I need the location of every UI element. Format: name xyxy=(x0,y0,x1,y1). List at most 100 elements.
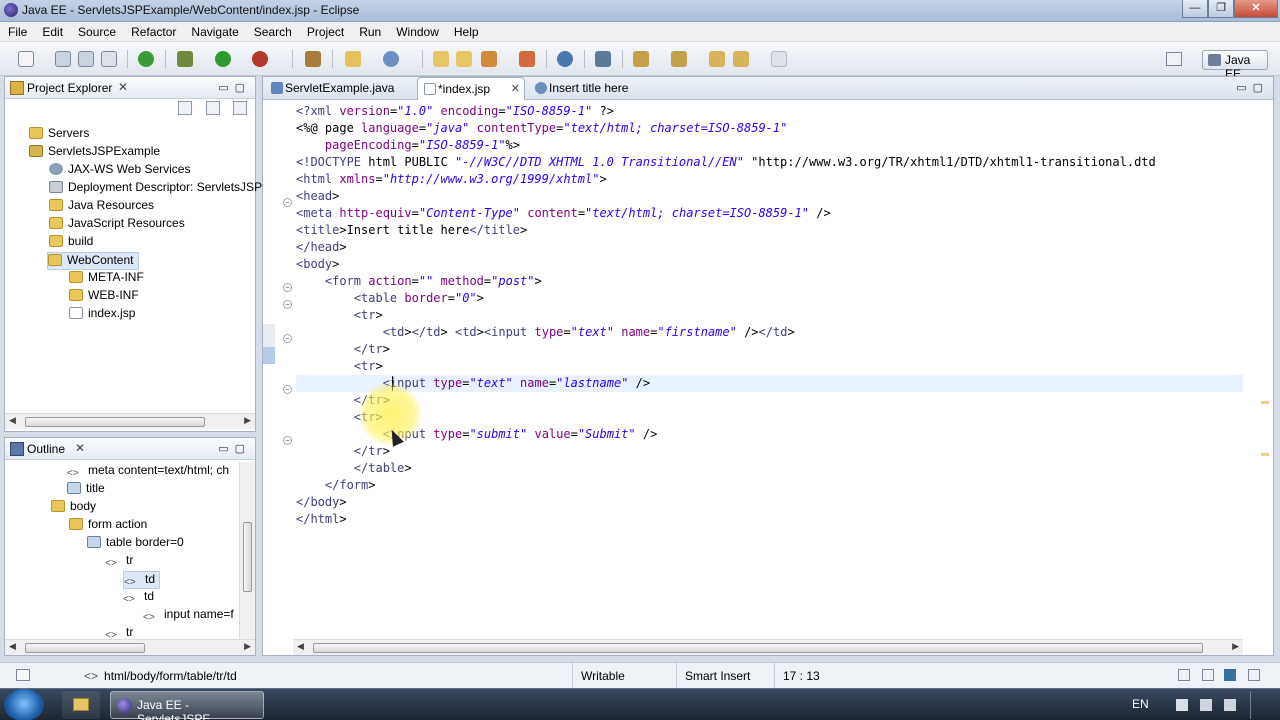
perspective-java-ee-button[interactable]: Java EE xyxy=(1202,50,1268,81)
menu-navigate[interactable]: Navigate xyxy=(183,22,245,41)
outline-item[interactable]: <> tr xyxy=(105,553,133,571)
project-explorer-hscroll[interactable]: ◀ ▶ xyxy=(5,413,255,429)
external-tools-icon[interactable] xyxy=(252,51,268,67)
outline-vscroll[interactable] xyxy=(239,462,255,639)
close-icon[interactable]: ✕ xyxy=(511,82,520,95)
fold-icon[interactable]: − xyxy=(283,436,292,445)
editor-min-max-icon[interactable]: ▭▢ xyxy=(1236,81,1269,94)
tree-item-deployment-descriptor[interactable]: Deployment Descriptor: ServletsJSP xyxy=(49,180,262,198)
outline-item[interactable]: form action xyxy=(69,517,147,535)
tree-item-project[interactable]: ServletsJSPExample xyxy=(29,144,160,162)
open-type-icon[interactable] xyxy=(433,51,449,67)
previous-annotation-icon[interactable] xyxy=(671,51,687,67)
save-icon[interactable] xyxy=(55,51,71,67)
menu-source[interactable]: Source xyxy=(70,22,123,41)
menu-edit[interactable]: Edit xyxy=(34,22,70,41)
search-icon[interactable] xyxy=(481,51,497,67)
code-line: <html xmlns="http://www.w3.org/1999/xhtm… xyxy=(296,172,607,186)
fold-icon[interactable]: − xyxy=(283,283,292,292)
scrollbar-thumb[interactable] xyxy=(243,522,252,592)
next-annotation-icon[interactable] xyxy=(633,51,649,67)
scrollbar-thumb[interactable] xyxy=(313,643,1203,653)
view-min-max-icon[interactable]: ▭▢ xyxy=(218,81,251,94)
pin-icon[interactable] xyxy=(595,51,611,67)
back-icon[interactable] xyxy=(733,51,749,67)
new-class-icon[interactable] xyxy=(383,51,399,67)
tab-index-jsp[interactable]: *index.jsp ✕ xyxy=(417,77,525,100)
new-project-icon[interactable] xyxy=(345,51,361,67)
menu-search[interactable]: Search xyxy=(246,22,299,41)
tree-item-web-inf[interactable]: WEB-INF xyxy=(69,288,139,306)
editor-hscroll[interactable]: ◀ ▶ xyxy=(293,639,1243,655)
tree-item-meta-inf[interactable]: META-INF xyxy=(69,270,144,288)
fold-icon[interactable]: − xyxy=(283,334,292,343)
tree-item-jaxws[interactable]: JAX-WS Web Services xyxy=(49,162,190,180)
outline-item[interactable]: body xyxy=(51,499,96,517)
tree-item-servers[interactable]: Servers xyxy=(29,126,89,144)
outline-item[interactable]: table border=0 xyxy=(87,535,184,553)
taskbar-eclipse-button[interactable]: Java EE - ServletsJSPE... xyxy=(110,691,264,720)
view-menu-icon[interactable] xyxy=(233,101,247,115)
run-icon[interactable] xyxy=(215,51,231,67)
tree-item-javascript-resources[interactable]: JavaScript Resources xyxy=(49,216,185,234)
close-icon[interactable]: ✕ xyxy=(118,80,128,94)
tree-item-index-jsp[interactable]: index.jsp xyxy=(69,306,135,324)
tree-item-java-resources[interactable]: Java Resources xyxy=(49,198,154,216)
tab-servlet-example[interactable]: ServletExample.java xyxy=(267,77,413,100)
network-icon[interactable] xyxy=(1200,699,1212,711)
window-controls: — ❐ ✕ xyxy=(1182,0,1278,19)
volume-icon[interactable] xyxy=(1224,699,1236,711)
outline-item[interactable]: title xyxy=(67,481,105,499)
toolbar-separator xyxy=(584,50,585,68)
view-min-max-icon[interactable]: ▭▢ xyxy=(218,442,251,455)
close-window-button[interactable]: ✕ xyxy=(1234,0,1278,18)
print-icon[interactable] xyxy=(101,51,117,67)
task-icon[interactable] xyxy=(519,51,535,67)
close-icon[interactable]: ✕ xyxy=(75,441,85,455)
fold-icon[interactable]: − xyxy=(283,385,292,394)
browser-icon[interactable] xyxy=(557,51,573,67)
outline-item-selected[interactable]: <> td xyxy=(123,571,161,589)
outline-item[interactable]: <> input name=f xyxy=(143,607,234,625)
code-line: </tr> xyxy=(353,444,390,458)
editor-overview-ruler[interactable] xyxy=(1257,101,1273,635)
fold-icon[interactable]: − xyxy=(283,198,292,207)
tree-item-build[interactable]: build xyxy=(49,234,93,252)
maximize-button[interactable]: ❐ xyxy=(1208,0,1234,18)
outline-item[interactable]: <> meta content=text/html; ch xyxy=(67,463,229,481)
minimize-button[interactable]: — xyxy=(1182,0,1208,18)
save-all-icon[interactable] xyxy=(78,51,94,67)
fold-icon[interactable]: − xyxy=(283,300,292,309)
fast-view-icon[interactable] xyxy=(16,669,30,681)
open-perspective-icon[interactable] xyxy=(1166,52,1182,66)
last-edit-icon[interactable] xyxy=(709,51,725,67)
scrollbar-thumb[interactable] xyxy=(25,417,205,427)
editor-tabs: ServletExample.java *index.jsp ✕ Insert … xyxy=(263,77,1273,100)
language-indicator[interactable]: EN xyxy=(1132,697,1149,711)
link-with-editor-icon[interactable] xyxy=(205,101,220,115)
new-icon[interactable] xyxy=(18,51,34,67)
start-button[interactable] xyxy=(4,689,44,720)
build-icon[interactable] xyxy=(305,51,321,67)
menu-help[interactable]: Help xyxy=(446,22,486,41)
tab-insert-title-here[interactable]: Insert title here xyxy=(531,77,661,100)
menu-project[interactable]: Project xyxy=(299,22,351,41)
outline-item[interactable]: <> td xyxy=(123,589,154,607)
collapse-all-icon[interactable] xyxy=(178,101,193,115)
menu-file[interactable]: File xyxy=(0,22,34,41)
trim-stack-icons[interactable] xyxy=(1178,669,1268,683)
tree-item-webcontent[interactable]: WebContent xyxy=(47,252,139,270)
menu-window[interactable]: Window xyxy=(388,22,446,41)
forward-icon[interactable] xyxy=(771,51,787,67)
debug-icon[interactable] xyxy=(177,51,193,67)
scrollbar-thumb[interactable] xyxy=(25,643,145,653)
server-icon[interactable] xyxy=(138,51,154,67)
show-desktop-button[interactable] xyxy=(1250,691,1278,719)
javascript-resources-icon xyxy=(49,217,63,229)
taskbar-explorer-button[interactable] xyxy=(62,691,100,719)
outline-hscroll[interactable]: ◀ ▶ xyxy=(5,639,255,655)
open-resource-icon[interactable] xyxy=(456,51,472,67)
flag-icon[interactable] xyxy=(1176,699,1188,711)
menu-run[interactable]: Run xyxy=(351,22,388,41)
menu-refactor[interactable]: Refactor xyxy=(123,22,183,41)
